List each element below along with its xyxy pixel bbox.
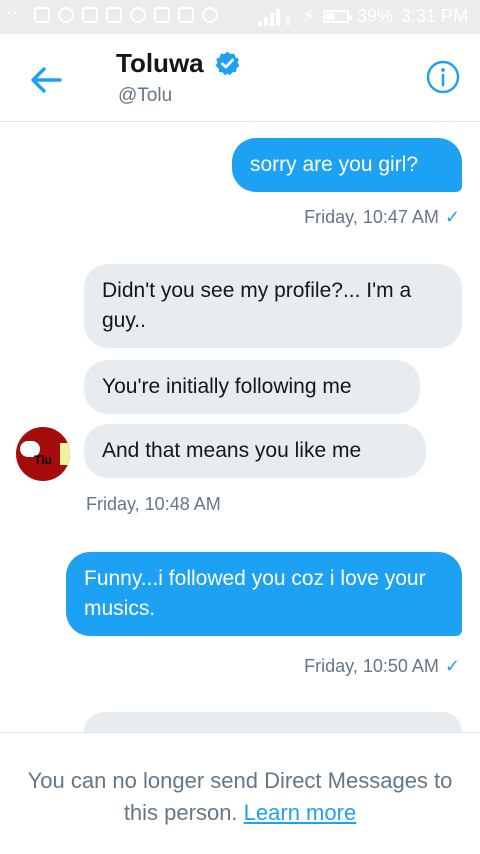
message-timestamp: Friday, 10:48 AM xyxy=(86,494,221,514)
shield-icon xyxy=(58,7,74,23)
timestamp-text: Friday, 10:50 AM xyxy=(304,656,439,676)
dm-disabled-notice: You can no longer send Direct Messages t… xyxy=(0,732,480,854)
info-icon[interactable] xyxy=(426,60,460,94)
system-indicators: ⚡ 39% 3:31 PM xyxy=(258,6,468,27)
notice-text: You can no longer send Direct Messages t… xyxy=(0,765,480,829)
verified-badge-icon xyxy=(215,51,239,76)
message-bubble-incoming[interactable]: You're initially following me xyxy=(84,360,420,414)
notification-icons: ··· xyxy=(6,2,218,23)
chat-icon xyxy=(178,7,194,23)
contact-name: Toluwa xyxy=(116,48,204,78)
contact-handle: @Tolu xyxy=(118,85,173,106)
timestamp-text: Friday, 10:47 AM xyxy=(304,207,439,227)
learn-more-link[interactable]: Learn more xyxy=(244,800,357,825)
battery-percent: 39% xyxy=(356,6,393,26)
facebook-icon xyxy=(106,7,122,23)
sent-check-icon: ✓ xyxy=(444,207,460,227)
back-arrow-icon[interactable] xyxy=(26,60,66,100)
message-bubble-incoming[interactable]: Didn't you see my profile?... I'm a guy.… xyxy=(84,264,462,348)
contact-name-row[interactable]: Toluwa xyxy=(116,48,241,79)
contact-avatar[interactable]: Tlu xyxy=(16,427,70,481)
more-notifications-icon: ··· xyxy=(6,2,24,22)
mail-icon xyxy=(154,7,170,23)
battery-icon xyxy=(322,10,352,23)
gallery-icon xyxy=(34,7,50,23)
notice-message: You can no longer send Direct Messages t… xyxy=(27,768,453,825)
clock: 3:31 PM xyxy=(400,6,468,26)
charging-icon: ⚡ xyxy=(302,6,315,26)
usb-icon xyxy=(202,7,218,23)
signal-icon xyxy=(258,8,294,26)
status-bar: ··· ⚡ 39% 3:31 PM xyxy=(0,0,480,34)
sent-check-icon: ✓ xyxy=(444,656,460,676)
avatar-text: Tlu xyxy=(34,453,52,467)
message-bubble-incoming[interactable]: And that means you like me xyxy=(84,424,426,478)
conversation-header: Toluwa @Tolu xyxy=(0,34,480,122)
message-bubble-outgoing[interactable]: sorry are you girl? xyxy=(232,138,462,192)
message-timestamp: Friday, 10:47 AM ✓ xyxy=(304,207,460,228)
twitter-icon xyxy=(130,7,146,23)
news-icon xyxy=(82,7,98,23)
message-bubble-outgoing[interactable]: Funny...i followed you coz i love your m… xyxy=(66,552,462,636)
message-timestamp: Friday, 10:50 AM ✓ xyxy=(304,656,460,677)
